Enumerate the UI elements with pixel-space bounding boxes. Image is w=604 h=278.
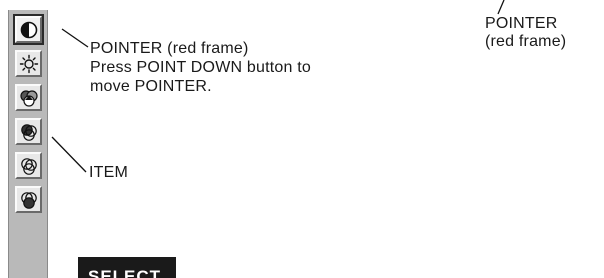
pointer-instruction-line2: move POINTER. (90, 78, 212, 95)
pointer-instruction-line1: Press POINT DOWN button to (90, 59, 311, 76)
pointer-top-leader-line (497, 0, 505, 15)
pointer-callout: POINTER (red frame) (90, 40, 249, 57)
pointer-top-callout-line1: POINTER (485, 15, 558, 32)
item-callout: ITEM (89, 164, 129, 181)
select-label: SELECT (78, 257, 176, 278)
item-leader-line (51, 136, 87, 173)
pointer-top-callout-line2: (red frame) (485, 33, 567, 50)
pointer-leader-line (61, 28, 89, 48)
select-label-text: SELECT (88, 267, 162, 278)
